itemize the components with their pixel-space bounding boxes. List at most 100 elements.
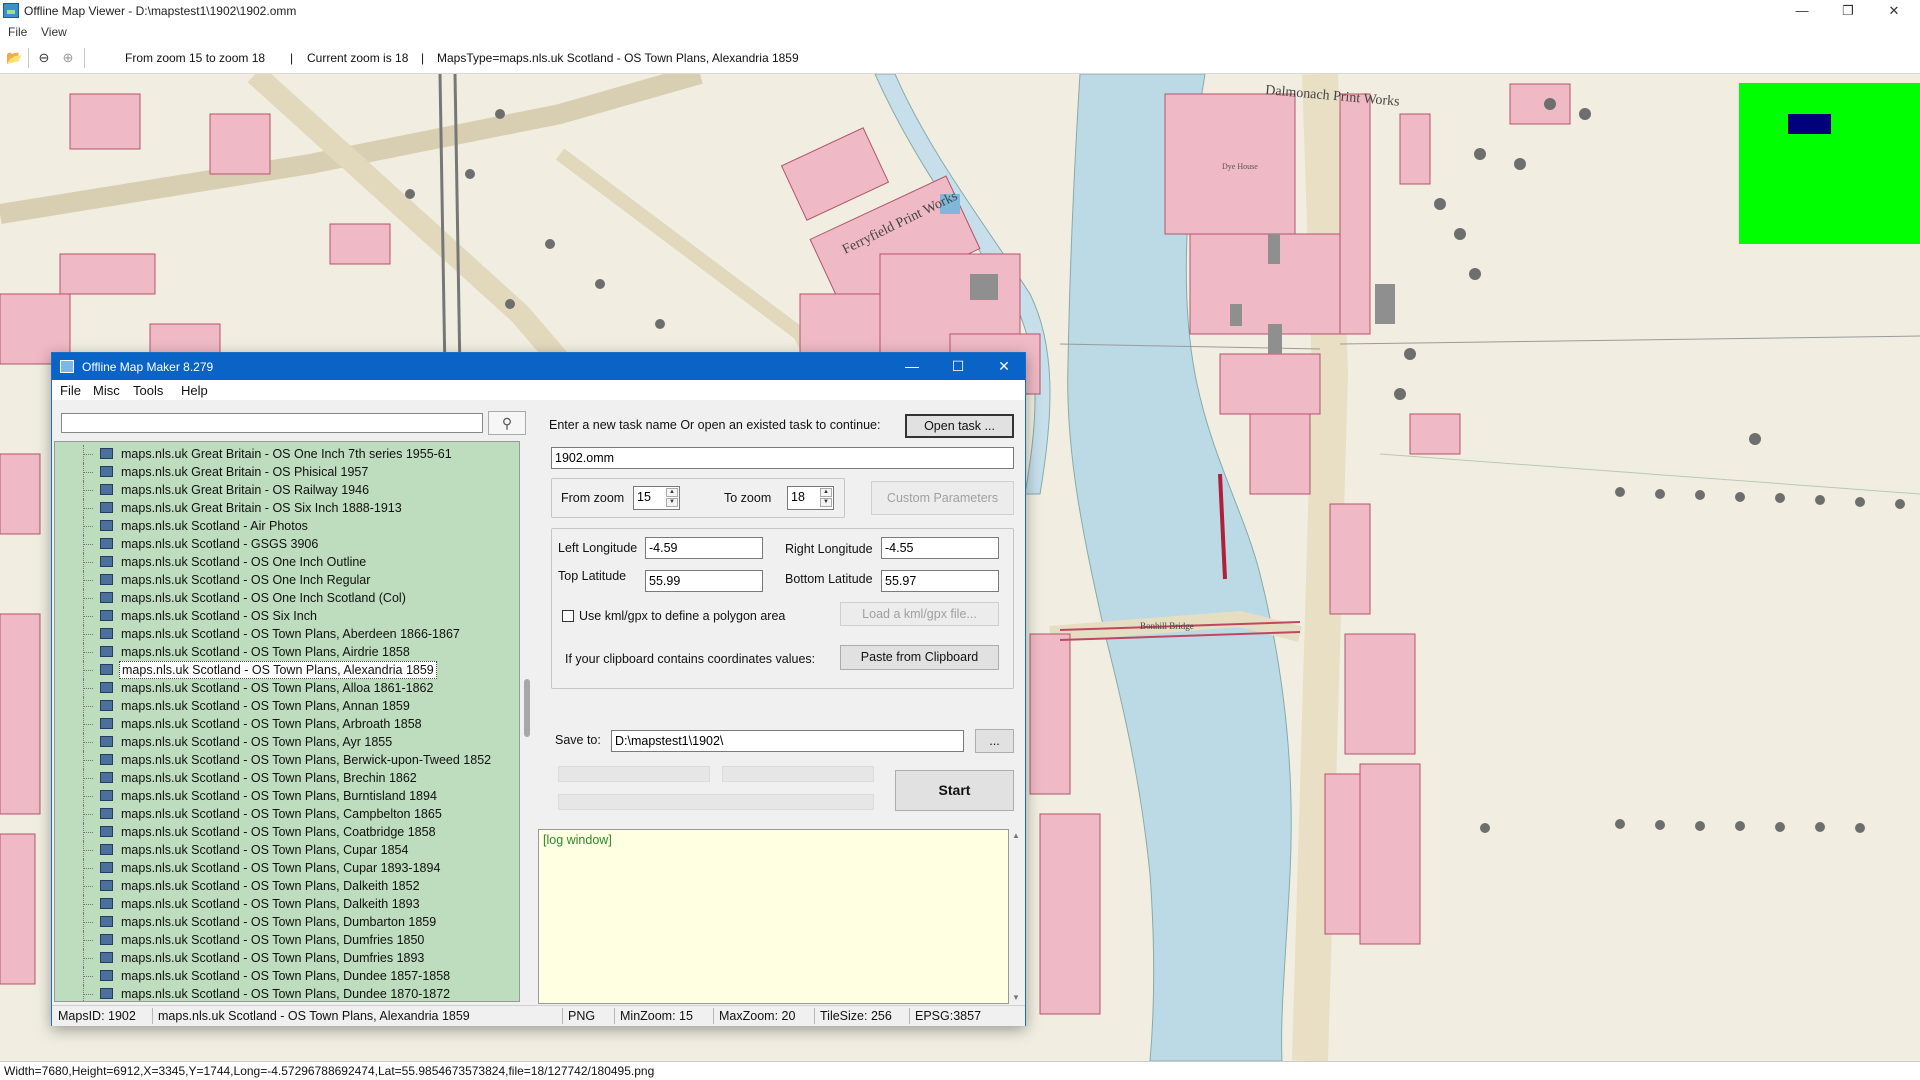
map-list-item[interactable]: maps.nls.uk Scotland - OS Town Plans, Du… — [55, 967, 515, 985]
map-list-item[interactable]: maps.nls.uk Scotland - OS Town Plans, Du… — [55, 931, 515, 949]
dialog-menu-file[interactable]: File — [60, 383, 81, 398]
dialog-titlebar[interactable]: Offline Map Maker 8.279 — ☐ ✕ — [52, 353, 1025, 380]
clipboard-label: If your clipboard contains coordinates v… — [565, 652, 816, 666]
load-kml-button[interactable]: Load a kml/gpx file... — [840, 602, 999, 626]
map-tile-icon — [100, 934, 113, 945]
map-list-item[interactable]: maps.nls.uk Scotland - OS Town Plans, Ay… — [55, 733, 515, 751]
overview-viewport-marker[interactable] — [1788, 114, 1831, 134]
scroll-down-icon[interactable]: ▼ — [1012, 993, 1020, 1002]
map-list-item[interactable]: maps.nls.uk Scotland - OS Town Plans, Ca… — [55, 805, 515, 823]
map-list-item[interactable]: maps.nls.uk Great Britain - OS One Inch … — [55, 445, 515, 463]
tree-connector — [83, 967, 94, 985]
dialog-menu-help[interactable]: Help — [181, 383, 208, 398]
map-list-item[interactable]: maps.nls.uk Scotland - OS Town Plans, Co… — [55, 823, 515, 841]
open-folder-icon[interactable]: 📂 — [6, 50, 22, 66]
spin-down-icon[interactable]: ▼ — [820, 498, 832, 507]
menu-file[interactable]: File — [8, 25, 27, 39]
start-button[interactable]: Start — [895, 770, 1014, 811]
from-zoom-spinner[interactable]: 15 ▲ ▼ — [633, 486, 680, 510]
restore-icon[interactable]: ❐ — [1826, 0, 1870, 22]
log-text: [log window] — [543, 833, 612, 847]
map-tile-icon — [100, 736, 113, 747]
task-name-input[interactable]: 1902.omm — [551, 447, 1014, 469]
kml-polygon-checkbox[interactable] — [562, 610, 574, 622]
map-tile-icon — [100, 682, 113, 693]
map-list-item[interactable]: maps.nls.uk Scotland - OS Town Plans, Al… — [55, 679, 515, 697]
zoom-out-icon[interactable]: ⊖ — [36, 50, 52, 66]
map-list-item[interactable]: maps.nls.uk Scotland - OS Town Plans, Be… — [55, 751, 515, 769]
paste-clipboard-button[interactable]: Paste from Clipboard — [840, 645, 999, 670]
spin-down-icon[interactable]: ▼ — [666, 498, 678, 507]
tree-connector — [83, 661, 94, 679]
map-list-item[interactable]: maps.nls.uk Scotland - OS Town Plans, An… — [55, 697, 515, 715]
log-window[interactable]: [log window] — [538, 829, 1009, 1004]
spin-up-icon[interactable]: ▲ — [820, 488, 832, 497]
map-list-item[interactable]: maps.nls.uk Scotland - OS Town Plans, Ai… — [55, 643, 515, 661]
overview-minimap[interactable] — [1739, 83, 1920, 244]
map-tile-icon — [100, 880, 113, 891]
browse-button[interactable]: ... — [975, 729, 1014, 753]
map-list-item-label: maps.nls.uk Great Britain - OS Railway 1… — [121, 483, 370, 497]
log-scrollbar[interactable]: ▲ ▼ — [1009, 829, 1024, 1004]
close-icon[interactable]: ✕ — [1872, 0, 1916, 22]
map-tile-icon — [100, 592, 113, 603]
map-list-item[interactable]: maps.nls.uk Scotland - OS One Inch Outli… — [55, 553, 515, 571]
zoom-range-text: From zoom 15 to zoom 18 — [125, 51, 266, 65]
minimize-icon[interactable]: — — [1780, 0, 1824, 22]
map-list-item[interactable]: maps.nls.uk Great Britain - OS Six Inch … — [55, 499, 515, 517]
map-list-item[interactable]: maps.nls.uk Scotland - OS Town Plans, Da… — [55, 895, 515, 913]
map-list-item[interactable]: maps.nls.uk Scotland - Air Photos — [55, 517, 515, 535]
status-separator — [909, 1008, 910, 1024]
map-list-item[interactable]: maps.nls.uk Scotland - OS Town Plans, Du… — [55, 949, 515, 967]
map-label-dye-house: Dye House — [1222, 162, 1258, 171]
map-list-item[interactable]: maps.nls.uk Scotland - OS Town Plans, Cu… — [55, 859, 515, 877]
search-button[interactable]: ⚲ — [488, 411, 526, 435]
top-latitude-input[interactable]: 55.99 — [645, 570, 763, 592]
status-format: PNG — [568, 1009, 596, 1023]
map-list-item[interactable]: maps.nls.uk Scotland - OS Town Plans, Al… — [55, 661, 515, 679]
custom-parameters-button[interactable]: Custom Parameters — [871, 481, 1014, 515]
scroll-up-icon[interactable]: ▲ — [1012, 831, 1020, 840]
map-list-item[interactable]: maps.nls.uk Scotland - OS One Inch Scotl… — [55, 589, 515, 607]
map-list-item[interactable]: maps.nls.uk Scotland - OS Town Plans, Bu… — [55, 787, 515, 805]
tree-connector — [83, 949, 94, 967]
tree-connector — [83, 571, 94, 589]
dialog-menu-misc[interactable]: Misc — [93, 383, 120, 398]
save-to-input[interactable]: D:\mapstest1\1902\ — [611, 730, 964, 752]
map-list-item[interactable]: maps.nls.uk Scotland - OS Town Plans, Br… — [55, 769, 515, 787]
dialog-close-icon[interactable]: ✕ — [982, 353, 1026, 380]
right-longitude-input[interactable]: -4.55 — [881, 537, 999, 559]
scrollbar-thumb[interactable] — [524, 679, 530, 737]
dialog-maximize-icon[interactable]: ☐ — [936, 353, 980, 380]
dialog-statusbar: MapsID: 1902 maps.nls.uk Scotland - OS T… — [52, 1005, 1025, 1026]
maps-tree-scrollbar[interactable] — [520, 441, 535, 1002]
tree-connector — [83, 607, 94, 625]
map-tile-icon — [100, 538, 113, 549]
map-list-item[interactable]: maps.nls.uk Scotland - OS Town Plans, Ab… — [55, 625, 515, 643]
zoom-in-icon[interactable]: ⊕ — [60, 50, 76, 66]
map-list-item[interactable]: maps.nls.uk Scotland - OS Town Plans, Du… — [55, 913, 515, 931]
save-to-label: Save to: — [555, 733, 601, 747]
map-list-item[interactable]: maps.nls.uk Great Britain - OS Railway 1… — [55, 481, 515, 499]
map-list-item[interactable]: maps.nls.uk Scotland - OS Town Plans, Cu… — [55, 841, 515, 859]
dialog-minimize-icon[interactable]: — — [890, 353, 934, 380]
maps-tree[interactable]: maps.nls.uk Great Britain - OS One Inch … — [54, 441, 520, 1002]
open-task-button[interactable]: Open task ... — [905, 414, 1014, 438]
to-zoom-spinner[interactable]: 18 ▲ ▼ — [787, 486, 834, 510]
map-list-item[interactable]: maps.nls.uk Great Britain - OS Phisical … — [55, 463, 515, 481]
spin-up-icon[interactable]: ▲ — [666, 488, 678, 497]
map-list-item[interactable]: maps.nls.uk Scotland - OS Town Plans, Ar… — [55, 715, 515, 733]
menu-view[interactable]: View — [41, 25, 67, 39]
status-separator — [614, 1008, 615, 1024]
progress-bar-1 — [558, 766, 710, 782]
bottom-latitude-input[interactable]: 55.97 — [881, 570, 999, 592]
map-search-input[interactable] — [61, 413, 483, 433]
map-list-item[interactable]: maps.nls.uk Scotland - OS One Inch Regul… — [55, 571, 515, 589]
dialog-menu-tools[interactable]: Tools — [133, 383, 163, 398]
map-list-item[interactable]: maps.nls.uk Scotland - OS Six Inch — [55, 607, 515, 625]
map-list-item[interactable]: maps.nls.uk Scotland - GSGS 3906 — [55, 535, 515, 553]
map-list-item[interactable]: maps.nls.uk Scotland - OS Town Plans, Du… — [55, 985, 515, 1001]
map-list-item-label: maps.nls.uk Scotland - OS Town Plans, Cu… — [121, 861, 441, 875]
left-longitude-input[interactable]: -4.59 — [645, 537, 763, 559]
map-list-item[interactable]: maps.nls.uk Scotland - OS Town Plans, Da… — [55, 877, 515, 895]
